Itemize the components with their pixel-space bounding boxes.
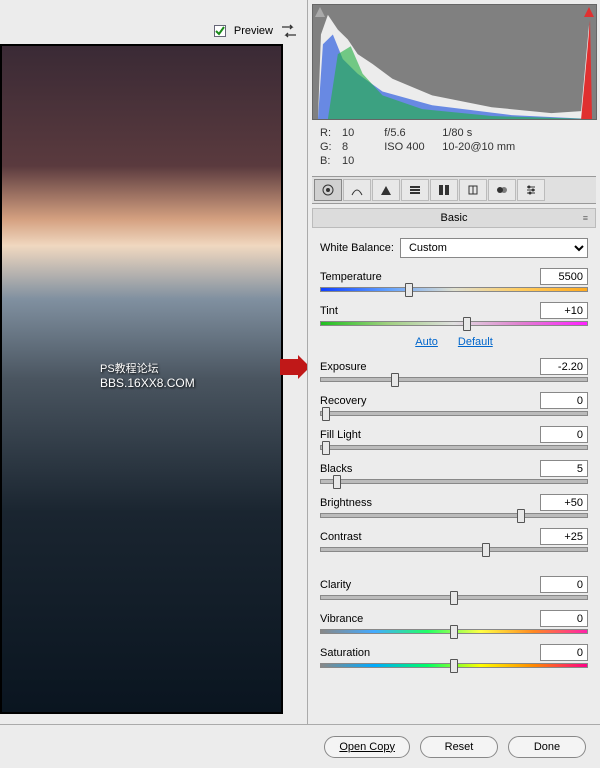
tool-strip [312,176,596,204]
vibrance-thumb[interactable] [450,625,458,639]
filllight-thumb[interactable] [322,441,330,455]
blacks-track[interactable] [320,479,588,484]
tab-hsl-icon[interactable] [401,179,429,201]
slider-vibrance: Vibrance [320,610,588,634]
slider-filllight: Fill Light [320,426,588,450]
callout-arrow-icon [280,355,310,385]
contrast-track[interactable] [320,547,588,552]
exposure-input[interactable] [540,358,588,375]
filllight-track[interactable] [320,445,588,450]
wb-label: White Balance: [320,242,394,254]
tint-thumb[interactable] [463,317,471,331]
histogram[interactable] [312,4,597,120]
preview-label: Preview [234,25,273,37]
tab-fx-icon[interactable] [488,179,516,201]
filllight-input[interactable] [540,426,588,443]
auto-link[interactable]: Auto [415,336,438,348]
brightness-track[interactable] [320,513,588,518]
panel-menu-icon[interactable]: ≡ [583,213,589,223]
brightness-input[interactable] [540,494,588,511]
exposure-track[interactable] [320,377,588,382]
panel-header: Basic ≡ [312,208,596,228]
slider-tint: Tint [320,302,588,326]
saturation-track[interactable] [320,663,588,668]
tint-input[interactable] [540,302,588,319]
clarity-input[interactable] [540,576,588,593]
recovery-thumb[interactable] [322,407,330,421]
slider-clarity: Clarity [320,576,588,600]
contrast-input[interactable] [540,528,588,545]
tint-track[interactable] [320,321,588,326]
slider-recovery: Recovery [320,392,588,416]
saturation-input[interactable] [540,644,588,661]
slider-temperature: Temperature [320,268,588,292]
slider-brightness: Brightness [320,494,588,518]
temperature-track[interactable] [320,287,588,292]
wb-select[interactable]: Custom [400,238,588,258]
vibrance-input[interactable] [540,610,588,627]
tab-lens-icon[interactable] [459,179,487,201]
blacks-thumb[interactable] [333,475,341,489]
exposure-thumb[interactable] [391,373,399,387]
slider-exposure: Exposure [320,358,588,382]
tab-basic-icon[interactable] [314,179,342,201]
default-link[interactable]: Default [458,336,493,348]
tab-detail-icon[interactable] [372,179,400,201]
clarity-track[interactable] [320,595,588,600]
blacks-input[interactable] [540,460,588,477]
recovery-track[interactable] [320,411,588,416]
shadow-clip-icon[interactable] [315,7,325,17]
done-button[interactable]: Done [508,736,586,758]
swap-icon[interactable] [281,23,297,39]
info-readout: R:10 G:8 B:10 f/5.61/80 s ISO 40010-20@1… [308,120,600,176]
slider-blacks: Blacks [320,460,588,484]
slider-saturation: Saturation [320,644,588,668]
bottom-bar: Open Copy Reset Done [0,724,600,768]
reset-button[interactable]: Reset [420,736,498,758]
brightness-thumb[interactable] [517,509,525,523]
vibrance-track[interactable] [320,629,588,634]
open-copy-button[interactable]: Open Copy [324,736,410,758]
temperature-thumb[interactable] [405,283,413,297]
contrast-thumb[interactable] [482,543,490,557]
recovery-input[interactable] [540,392,588,409]
tab-presets-icon[interactable] [517,179,545,201]
preview-checkbox[interactable] [214,25,226,37]
tab-curve-icon[interactable] [343,179,371,201]
highlight-clip-icon[interactable] [584,7,594,17]
slider-contrast: Contrast [320,528,588,552]
temperature-input[interactable] [540,268,588,285]
image-preview[interactable] [0,44,283,714]
clarity-thumb[interactable] [450,591,458,605]
saturation-thumb[interactable] [450,659,458,673]
tab-split-icon[interactable] [430,179,458,201]
